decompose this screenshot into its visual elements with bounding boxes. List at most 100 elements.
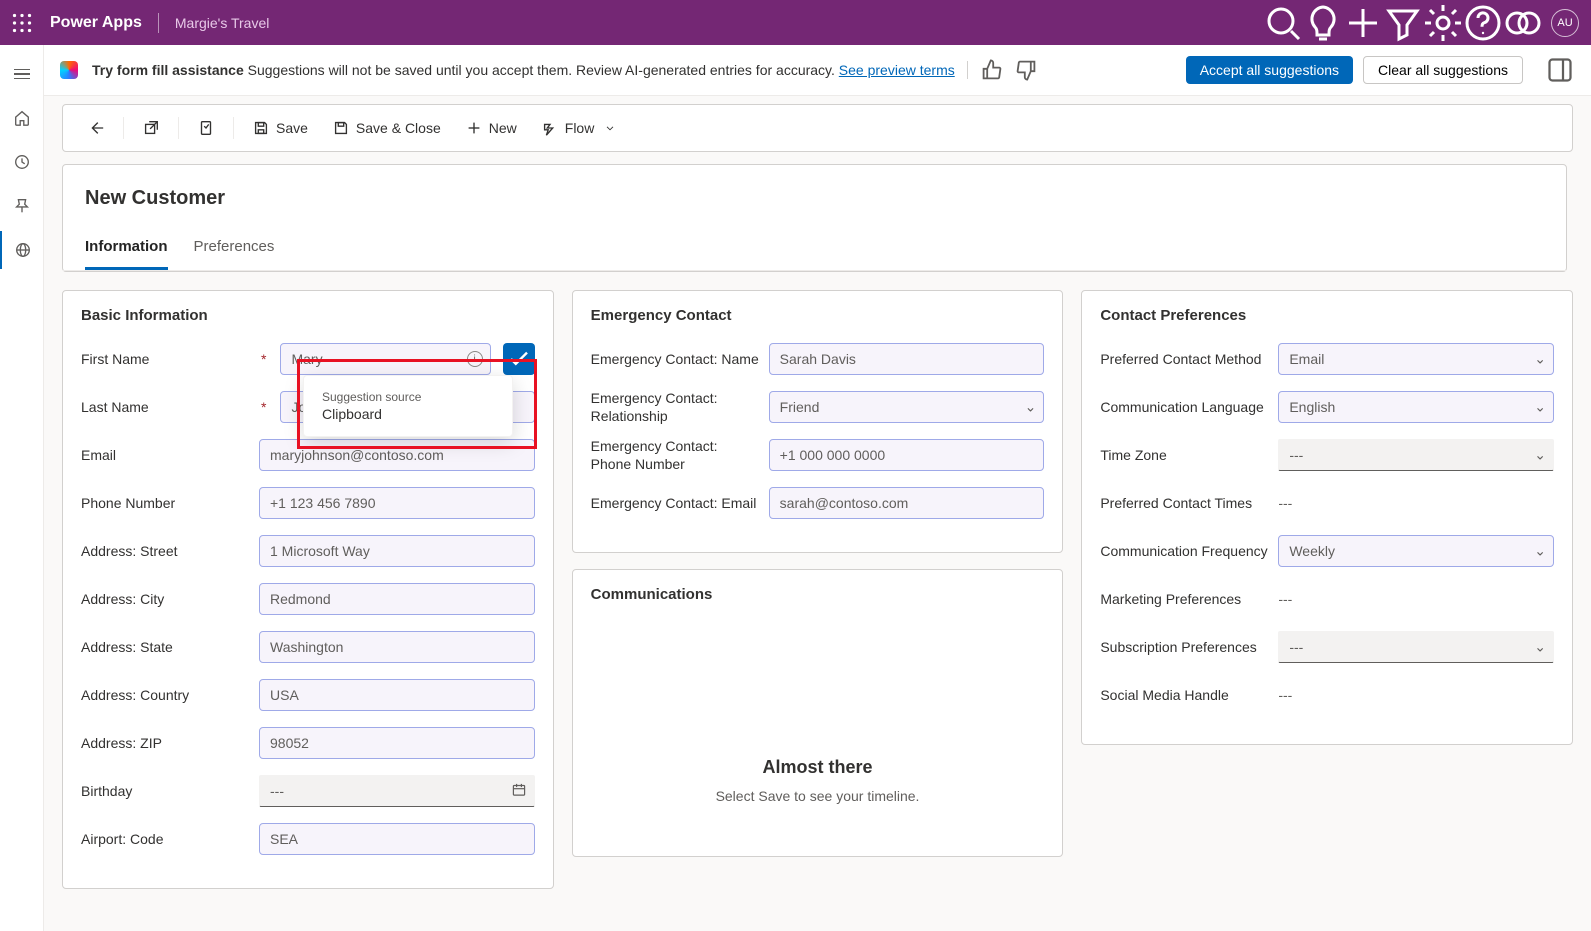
ec-phone-label: Emergency Contact: Phone Number <box>591 437 761 473</box>
save-close-button[interactable]: Save & Close <box>322 115 451 141</box>
first-name-input[interactable]: Mary <box>280 343 490 375</box>
new-button[interactable]: New <box>455 115 527 141</box>
cp-subscription-select[interactable]: --- <box>1278 631 1554 663</box>
zip-input[interactable]: 98052 <box>259 727 535 759</box>
cp-times-value[interactable]: --- <box>1278 495 1292 511</box>
ec-name-input[interactable]: Sarah Davis <box>769 343 1045 375</box>
cp-language-select[interactable]: English <box>1278 391 1554 423</box>
accept-suggestion-button[interactable] <box>503 343 535 375</box>
ai-suggestion-bar: Try form fill assistance Suggestions wil… <box>44 45 1591 96</box>
tooltip-value: Clipboard <box>322 406 494 422</box>
suggestion-tooltip: Suggestion source Clipboard <box>303 375 513 437</box>
ec-relationship-select[interactable]: Friend <box>769 391 1045 423</box>
email-input[interactable]: maryjohnson@contoso.com <box>259 439 535 471</box>
airport-input[interactable]: SEA <box>259 823 535 855</box>
emergency-heading: Emergency Contact <box>591 307 1045 324</box>
user-avatar[interactable]: AU <box>1551 9 1579 37</box>
globe-icon[interactable] <box>0 231 44 269</box>
city-label: Address: City <box>81 591 164 607</box>
add-icon[interactable] <box>1343 0 1383 45</box>
command-bar: Save Save & Close New Flow <box>62 104 1573 152</box>
phone-input[interactable]: +1 123 456 7890 <box>259 487 535 519</box>
copilot-panel-icon[interactable] <box>1545 55 1575 85</box>
assistant-icon[interactable] <box>1503 0 1543 45</box>
birthday-input[interactable]: --- <box>259 775 535 807</box>
main-content: Try form fill assistance Suggestions wil… <box>44 45 1591 931</box>
ec-phone-input[interactable]: +1 000 000 0000 <box>769 439 1045 471</box>
info-icon[interactable]: i <box>467 351 483 367</box>
lightbulb-icon[interactable] <box>1303 0 1343 45</box>
accept-all-button[interactable]: Accept all suggestions <box>1186 56 1353 84</box>
flow-button[interactable]: Flow <box>531 115 627 141</box>
brand-label: Power Apps <box>50 14 142 32</box>
save-button[interactable]: Save <box>242 115 318 141</box>
copilot-icon <box>60 61 78 79</box>
open-new-window-button[interactable] <box>132 115 170 141</box>
cp-timezone-label: Time Zone <box>1100 447 1270 463</box>
check-access-button[interactable] <box>187 115 225 141</box>
city-input[interactable]: Redmond <box>259 583 535 615</box>
page-title: New Customer <box>63 165 1566 216</box>
birthday-label: Birthday <box>81 783 132 799</box>
contact-prefs-heading: Contact Preferences <box>1100 307 1554 324</box>
last-name-label: Last Name <box>81 399 149 415</box>
airport-label: Airport: Code <box>81 831 163 847</box>
hamburger-icon[interactable] <box>0 55 44 93</box>
pinned-icon[interactable] <box>0 187 44 225</box>
phone-label: Phone Number <box>81 495 175 511</box>
cp-subscription-label: Subscription Preferences <box>1100 639 1270 655</box>
cp-social-label: Social Media Handle <box>1100 687 1270 703</box>
tab-preferences[interactable]: Preferences <box>194 238 275 270</box>
basic-info-section: Basic Information First Name * Mary i La <box>62 290 554 889</box>
state-label: Address: State <box>81 639 173 655</box>
waffle-icon[interactable] <box>12 13 32 33</box>
ec-name-label: Emergency Contact: Name <box>591 351 761 367</box>
ai-bar-message: Try form fill assistance Suggestions wil… <box>92 62 955 78</box>
cp-method-label: Preferred Contact Method <box>1100 351 1270 367</box>
cp-timezone-select[interactable]: --- <box>1278 439 1554 471</box>
tab-row: Information Preferences <box>63 216 1566 271</box>
country-input[interactable]: USA <box>259 679 535 711</box>
comms-empty-title: Almost there <box>591 757 1045 778</box>
cp-freq-label: Communication Frequency <box>1100 543 1270 559</box>
thumbs-up-icon[interactable] <box>980 58 1004 82</box>
required-indicator: * <box>261 351 266 367</box>
basic-info-heading: Basic Information <box>81 307 535 324</box>
ec-email-label: Emergency Contact: Email <box>591 495 761 511</box>
emergency-contact-section: Emergency Contact Emergency Contact: Nam… <box>572 290 1064 553</box>
comms-heading: Communications <box>591 586 1045 603</box>
zip-label: Address: ZIP <box>81 735 162 751</box>
state-input[interactable]: Washington <box>259 631 535 663</box>
back-button[interactable] <box>77 115 115 141</box>
filter-icon[interactable] <box>1383 0 1423 45</box>
preview-terms-link[interactable]: See preview terms <box>839 62 955 78</box>
ec-email-input[interactable]: sarah@contoso.com <box>769 487 1045 519</box>
search-icon[interactable] <box>1263 0 1303 45</box>
home-icon[interactable] <box>0 99 44 137</box>
app-header: Power Apps Margie's Travel AU <box>0 0 1591 45</box>
cp-language-label: Communication Language <box>1100 399 1270 415</box>
required-indicator: * <box>261 399 266 415</box>
tab-information[interactable]: Information <box>85 238 168 270</box>
cp-marketing-value[interactable]: --- <box>1278 591 1292 607</box>
tooltip-label: Suggestion source <box>322 390 494 404</box>
header-divider <box>158 13 159 33</box>
street-input[interactable]: 1 Microsoft Way <box>259 535 535 567</box>
help-icon[interactable] <box>1463 0 1503 45</box>
ec-relationship-label: Emergency Contact: Relationship <box>591 389 761 425</box>
country-label: Address: Country <box>81 687 189 703</box>
environment-label[interactable]: Margie's Travel <box>175 15 269 31</box>
cp-freq-select[interactable]: Weekly <box>1278 535 1554 567</box>
calendar-icon[interactable] <box>511 782 527 801</box>
thumbs-down-icon[interactable] <box>1014 58 1038 82</box>
recent-icon[interactable] <box>0 143 44 181</box>
gear-icon[interactable] <box>1423 0 1463 45</box>
comms-empty-msg: Select Save to see your timeline. <box>591 788 1045 804</box>
cp-method-select[interactable]: Email <box>1278 343 1554 375</box>
email-label: Email <box>81 447 116 463</box>
clear-all-button[interactable]: Clear all suggestions <box>1363 56 1523 84</box>
first-name-label: First Name <box>81 351 149 367</box>
cp-marketing-label: Marketing Preferences <box>1100 591 1270 607</box>
cp-social-value[interactable]: --- <box>1278 687 1292 703</box>
street-label: Address: Street <box>81 543 178 559</box>
